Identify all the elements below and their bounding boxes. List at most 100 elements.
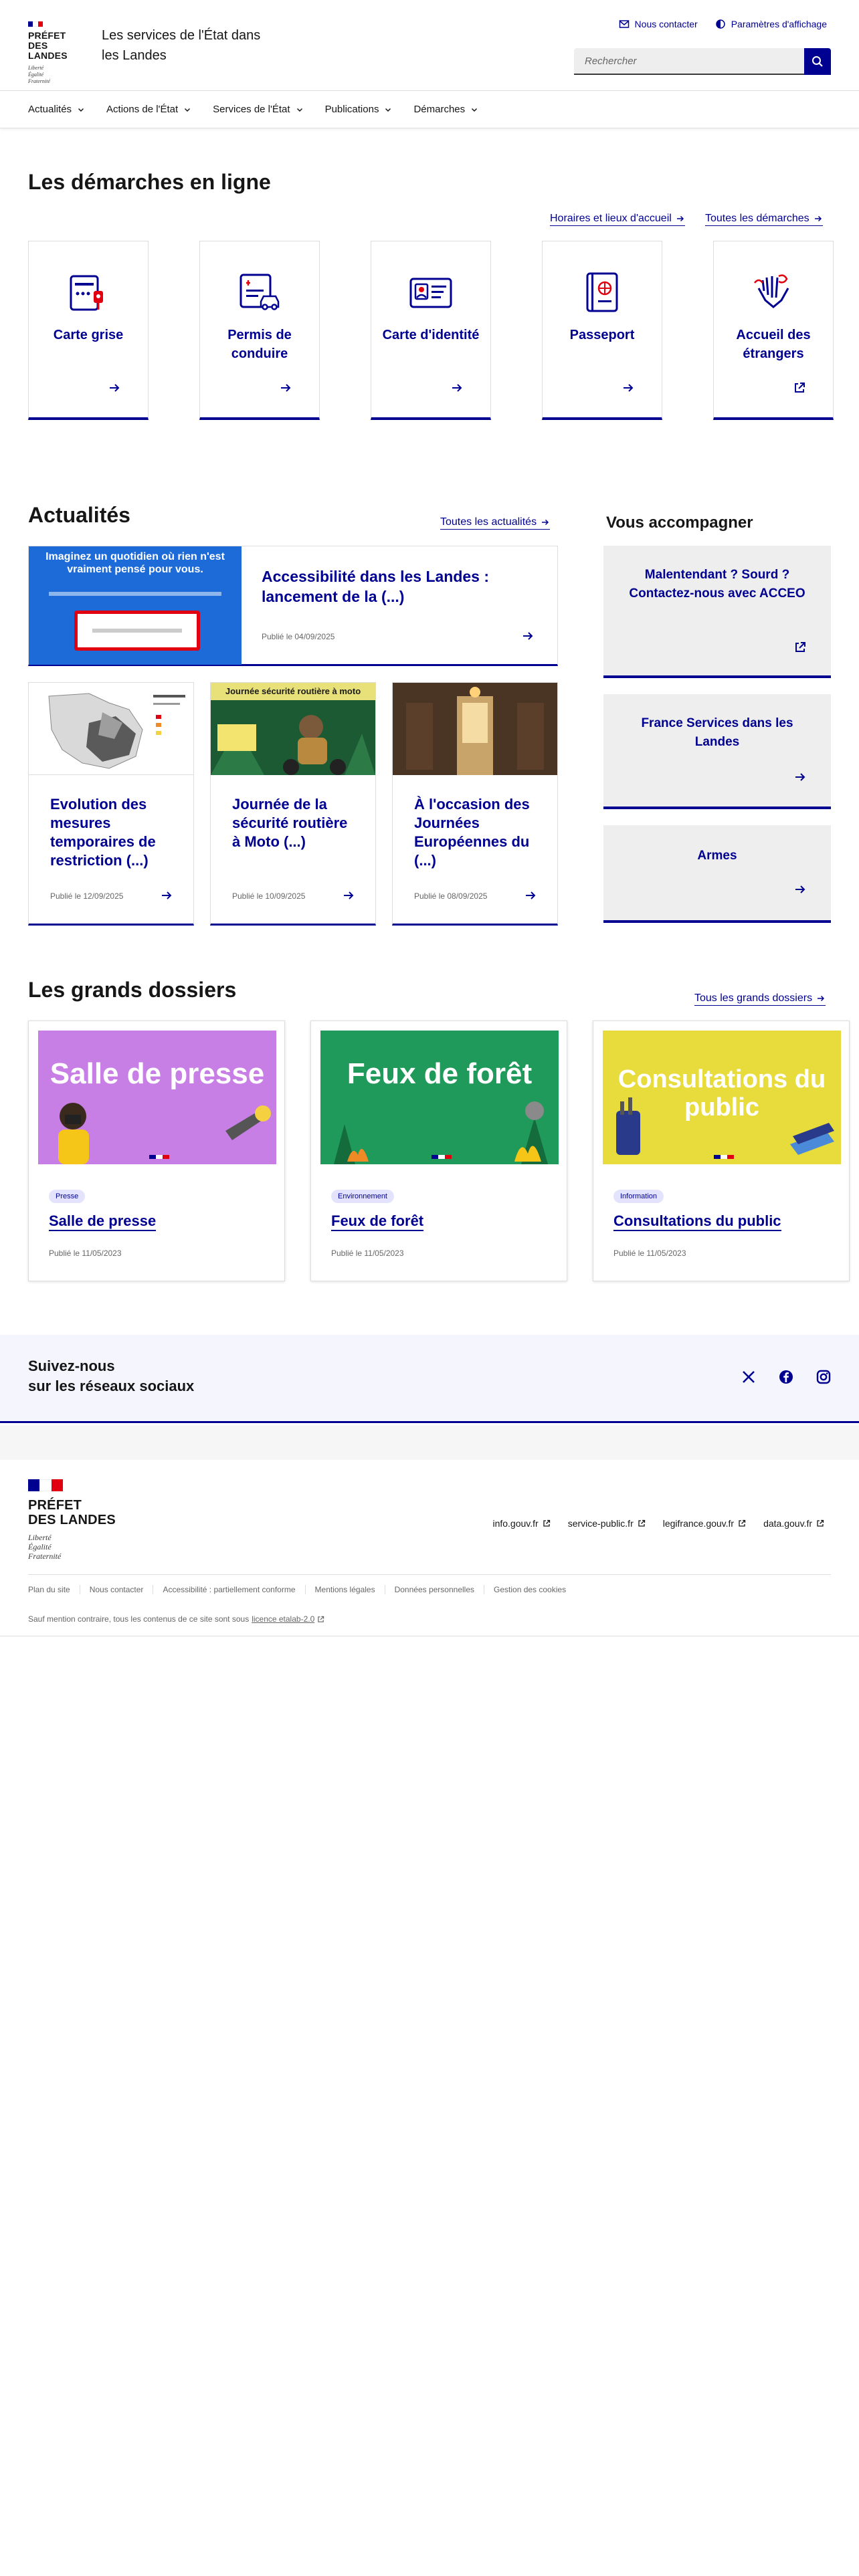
all-demarches-link[interactable]: Toutes les démarches [705,213,823,226]
facebook-link[interactable] [779,1370,793,1388]
dossier-card[interactable]: Salle de presse Presse Salle de presse P… [28,1021,285,1281]
search-bar [574,48,831,75]
footer-link-info-gouv[interactable]: info.gouv.fr [492,1518,550,1529]
external-link-icon [543,1519,550,1527]
logo-motto: Liberté Égalité Fraternité [28,65,50,84]
main-nav: Actualités Actions de l'État Services de… [0,91,859,128]
dossier-tag: Presse [49,1190,86,1203]
contact-link[interactable]: Nous contacter [619,19,698,29]
news-heritage-image [393,683,557,775]
facebook-icon [779,1370,793,1384]
nav-item-actions[interactable]: Actions de l'État [96,91,202,128]
external-link-icon [795,642,805,652]
dossier-card[interactable]: Consultations du public Information Cons… [593,1021,850,1281]
display-settings-button[interactable]: Paramètres d'affichage [715,19,827,29]
driving-licence-icon [240,274,280,310]
demarche-label: Accueil des étrangers [736,328,811,361]
actualites-title: Actualités [28,503,130,527]
department-map-icon [48,693,185,769]
demarche-card-etrangers[interactable]: Accueil des étrangers [713,241,834,420]
dossier-image: Feux de forêt [320,1031,559,1164]
footer-accessibility-link[interactable]: Accessibilité : partiellement conforme [153,1585,304,1594]
moto-image-caption: Journée sécurité routière à moto [211,683,375,700]
arrow-right-icon [344,891,354,899]
arrow-right-icon [452,384,462,392]
demarches-cards: Carte grise Permis de conduire Carte d'i… [28,241,834,420]
news-card[interactable]: Evolution des mesures temporaires de res… [28,682,194,926]
licence-link[interactable]: licence etalab-2.0 [252,1614,314,1624]
news-title: Journée de la sécurité routière à Moto (… [232,796,348,850]
footer-link-service-public[interactable]: service-public.fr [568,1518,646,1529]
dossiers-title: Les grands dossiers [28,978,237,1002]
dossiers-cards: Salle de presse Presse Salle de presse P… [28,1021,850,1281]
news-title: Evolution des mesures temporaires de res… [50,796,156,869]
site-header: PRÉFET DES LANDES Liberté Égalité Frater… [0,0,859,91]
all-dossiers-link[interactable]: Tous les grands dossiers [694,992,826,1006]
motorcyclist-illustration-icon [211,715,375,775]
service-title[interactable]: Les services de l'État dans les Landes [102,25,276,66]
x-icon [743,1371,755,1383]
chevron-down-icon [472,108,478,112]
footer-logo-title: PRÉFET DES LANDES [28,1498,116,1527]
news-date: Publié le 08/09/2025 [414,891,488,901]
logo-title: PRÉFET DES LANDES [28,30,68,61]
footer-plan-link[interactable]: Plan du site [28,1585,80,1594]
instagram-link[interactable] [816,1370,831,1388]
demarche-card-carte-identite[interactable]: Carte d'identité [371,241,491,420]
nav-item-publications[interactable]: Publications [314,91,403,128]
road-sign-graphic [74,611,200,651]
press-illustration-icon [58,1103,271,1164]
arrow-right-icon [281,384,291,392]
arrow-right-icon [542,519,549,526]
consultation-illustration-icon [616,1097,834,1159]
republic-logo[interactable]: PRÉFET DES LANDES Liberté Égalité Frater… [28,21,88,85]
arrow-right-icon [818,995,825,1002]
welcome-hands-icon [754,274,789,308]
arrow-right-icon [814,215,822,222]
demarche-card-carte-grise[interactable]: Carte grise [28,241,149,420]
demarche-label: Carte grise [53,328,124,342]
footer-cookies-link[interactable]: Gestion des cookies [484,1585,575,1594]
chevron-down-icon [185,108,191,112]
x-link[interactable] [741,1370,756,1388]
news-list: Evolution des mesures temporaires de res… [28,682,558,926]
news-card[interactable]: À l'occasion des Journées Européennes du… [392,682,558,926]
search-input[interactable] [574,48,804,75]
acceo-card[interactable]: Malentendant ? Sourd ? Contactez-nous av… [603,546,831,678]
horaires-link[interactable]: Horaires et lieux d'accueil [550,213,685,226]
theme-icon [715,19,725,29]
demarche-card-passeport[interactable]: Passeport [542,241,662,420]
dossier-date: Publié le 11/05/2023 [49,1249,122,1258]
featured-image-caption: Imaginez un quotidien où rien n'est vrai… [45,551,225,575]
footer-contact-link[interactable]: Nous contacter [79,1585,153,1594]
footer-republic-logo[interactable]: PRÉFET DES LANDES Liberté Égalité Frater… [28,1479,128,1561]
arrow-right-icon [110,384,120,392]
nav-item-demarches[interactable]: Démarches [403,91,489,128]
dossier-image: Salle de presse [38,1031,276,1164]
all-news-link[interactable]: Toutes les actualités [440,516,551,530]
acc-label: France Services dans les Landes [641,716,793,749]
demarche-card-permis[interactable]: Permis de conduire [199,241,320,420]
news-date: Publié le 12/09/2025 [50,891,124,901]
dossier-card[interactable]: Feux de forêt Environnement Feux de forê… [310,1021,567,1281]
footer-privacy-link[interactable]: Données personnelles [384,1585,484,1594]
footer-bottom-links: Plan du site Nous contacter Accessibilit… [28,1585,575,1594]
search-button[interactable] [804,48,831,75]
footer-link-legifrance[interactable]: legifrance.gouv.fr [663,1518,746,1529]
arrow-right-icon [624,384,634,392]
nav-item-actualites[interactable]: Actualités [17,91,96,128]
featured-news-card[interactable]: Imaginez un quotidien où rien n'est vrai… [28,546,558,666]
chevron-down-icon [296,108,302,112]
news-card[interactable]: Journée sécurité routière à moto Journée… [210,682,376,926]
arrow-right-icon [526,891,536,899]
france-services-card[interactable]: France Services dans les Landes [603,694,831,809]
dossier-title: Salle de presse [49,1212,157,1231]
featured-news-image: Imaginez un quotidien où rien n'est vrai… [29,546,242,665]
nav-item-services[interactable]: Services de l'État [202,91,314,128]
dossier-tag: Environnement [331,1190,394,1203]
footer-legal-link[interactable]: Mentions légales [304,1585,385,1594]
footer-link-data-gouv[interactable]: data.gouv.fr [763,1518,824,1529]
news-map-image [29,683,193,775]
armes-card[interactable]: Armes [603,825,831,923]
chevron-down-icon [78,108,84,112]
